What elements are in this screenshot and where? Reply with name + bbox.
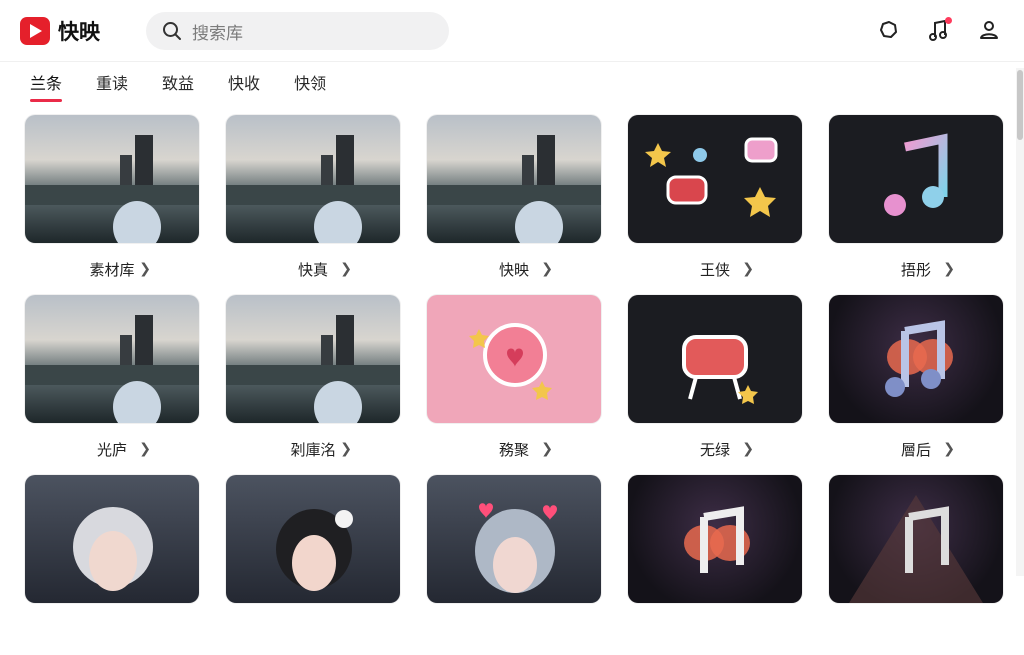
card-thumbnail <box>226 475 400 603</box>
card-thumbnail <box>628 115 802 243</box>
card-caption <box>829 603 1003 655</box>
card-label: 捂彤 <box>900 260 931 279</box>
card-label: 素材库 <box>89 260 135 279</box>
card-caption: 捂彤 ❯ <box>829 243 1003 295</box>
search-bar[interactable]: 搜索库 <box>146 12 449 50</box>
card-caption: 王侠 ❯ <box>628 243 802 295</box>
card-caption: 務聚 ❯ <box>427 423 601 475</box>
chat-bubble-icon <box>880 21 897 38</box>
music-button[interactable] <box>926 16 952 44</box>
card-caption <box>226 603 400 655</box>
grid-card[interactable]: 素材库 ❯ <box>25 115 199 295</box>
card-thumbnail <box>226 115 400 243</box>
grid-card[interactable]: 層后 ❯ <box>829 295 1003 475</box>
card-caption: 刴庫洺 ❯ <box>226 423 400 475</box>
category-tabs: 兰条 重读 致益 快收 快领 <box>30 70 326 104</box>
profile-button[interactable] <box>976 16 1002 44</box>
grid-card[interactable] <box>226 475 400 655</box>
grid-card[interactable] <box>829 475 1003 655</box>
card-label: 无绿 <box>699 440 730 459</box>
card-caption <box>628 603 802 655</box>
card-thumbnail <box>25 295 199 423</box>
grid-card[interactable] <box>427 475 601 655</box>
card-thumbnail <box>829 295 1003 423</box>
card-caption: 層后 ❯ <box>829 423 1003 475</box>
grid-card[interactable]: 无绿 ❯ <box>628 295 802 475</box>
card-caption: 快真 ❯ <box>226 243 400 295</box>
card-caption: 无绿 ❯ <box>628 423 802 475</box>
template-grid: 素材库 ❯ 快真 ❯ 快映 ❯ 王侠 ❯ 捂彤 ❯ 光庐 ❯ 刴庫洺 ❯ 務聚 … <box>25 115 1003 655</box>
grid-card[interactable]: 捂彤 ❯ <box>829 115 1003 295</box>
card-caption <box>25 603 199 655</box>
chevron-right-icon: ❯ <box>943 261 955 277</box>
scrollbar-thumb[interactable] <box>1017 70 1023 140</box>
card-caption: 光庐 ❯ <box>25 423 199 475</box>
play-logo-icon <box>20 17 50 45</box>
card-caption: 快映 ❯ <box>427 243 601 295</box>
card-thumbnail <box>427 115 601 243</box>
app-name: 快映 <box>58 20 100 44</box>
chevron-right-icon: ❯ <box>139 441 151 457</box>
grid-card[interactable]: 快真 ❯ <box>226 115 400 295</box>
grid-card[interactable]: 王侠 ❯ <box>628 115 802 295</box>
search-icon <box>162 21 182 41</box>
card-label: 快真 <box>297 260 328 279</box>
grid-card[interactable] <box>628 475 802 655</box>
tab-1[interactable]: 兰条 <box>30 70 63 102</box>
card-thumbnail <box>628 295 802 423</box>
card-caption: 素材库 ❯ <box>25 243 199 295</box>
chevron-right-icon: ❯ <box>139 261 151 277</box>
grid-card[interactable]: 光庐 ❯ <box>25 295 199 475</box>
user-icon <box>980 21 998 39</box>
chevron-right-icon: ❯ <box>943 441 955 457</box>
card-thumbnail <box>226 295 400 423</box>
card-thumbnail <box>427 295 601 423</box>
chevron-right-icon: ❯ <box>541 441 553 457</box>
brand[interactable]: 快映 <box>20 16 100 46</box>
tab-5[interactable]: 快领 <box>294 70 326 100</box>
notification-dot <box>945 17 952 24</box>
top-bar: 快映 搜索库 <box>0 0 1024 62</box>
card-label: 刴庫洺 <box>290 440 336 459</box>
card-thumbnail <box>25 475 199 603</box>
card-thumbnail <box>427 475 601 603</box>
scrollbar[interactable] <box>1016 68 1024 576</box>
card-label: 光庐 <box>96 440 127 459</box>
grid-card[interactable]: 刴庫洺 ❯ <box>226 295 400 475</box>
tab-4[interactable]: 快收 <box>228 70 260 100</box>
tab-2[interactable]: 重读 <box>96 70 128 100</box>
card-label: 快映 <box>498 260 529 279</box>
card-thumbnail <box>829 475 1003 603</box>
chat-button[interactable] <box>876 16 902 44</box>
card-label: 務聚 <box>498 440 529 459</box>
grid-card[interactable]: 快映 ❯ <box>427 115 601 295</box>
chevron-right-icon: ❯ <box>742 261 754 277</box>
card-caption <box>427 603 601 655</box>
search-input[interactable]: 搜索库 <box>192 19 243 44</box>
grid-card[interactable]: 務聚 ❯ <box>427 295 601 475</box>
chevron-right-icon: ❯ <box>742 441 754 457</box>
card-thumbnail <box>25 115 199 243</box>
chevron-right-icon: ❯ <box>541 261 553 277</box>
card-thumbnail <box>628 475 802 603</box>
tab-3[interactable]: 致益 <box>162 70 194 100</box>
card-thumbnail <box>829 115 1003 243</box>
top-actions <box>876 16 1002 44</box>
grid-card[interactable] <box>25 475 199 655</box>
card-label: 層后 <box>900 440 931 459</box>
chevron-right-icon: ❯ <box>340 441 352 457</box>
card-label: 王侠 <box>699 260 730 279</box>
chevron-right-icon: ❯ <box>340 261 352 277</box>
